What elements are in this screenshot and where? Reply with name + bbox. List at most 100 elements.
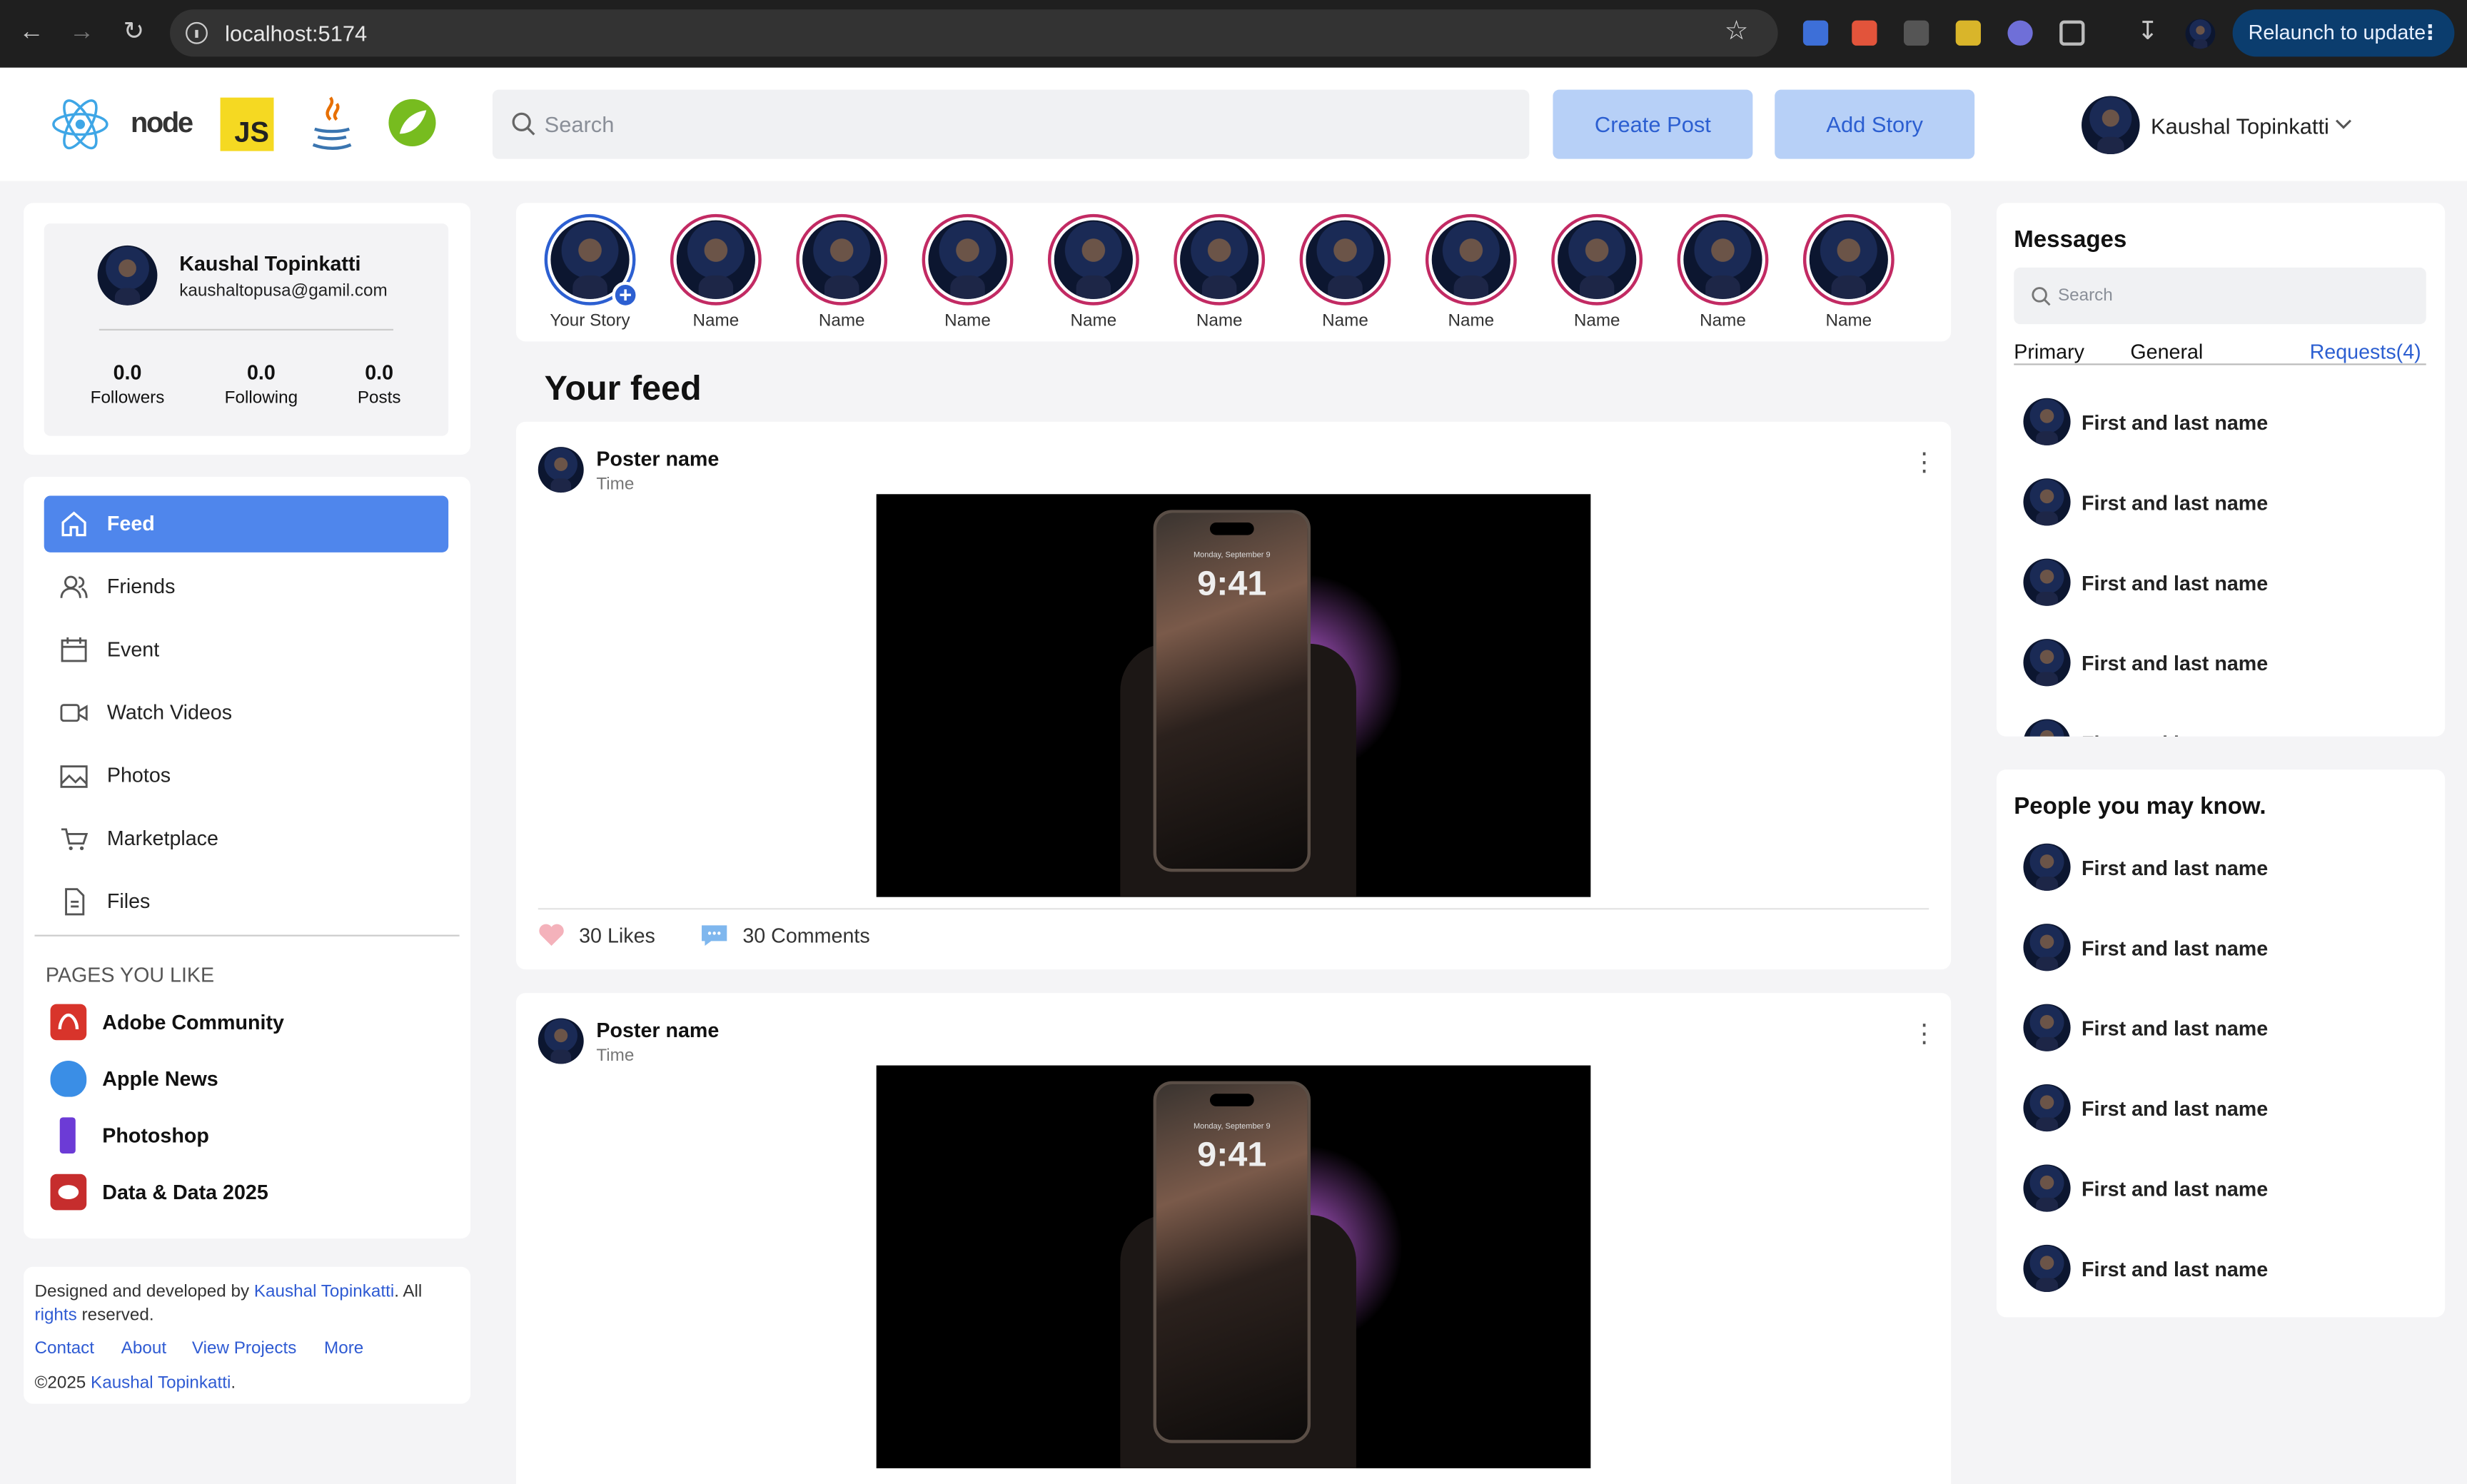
profile-card-container: Kaushal Topinkatti kaushaltopusa@gamil.c… (24, 203, 471, 455)
add-story-plus-icon[interactable]: + (612, 281, 639, 309)
extension-icon[interactable] (1903, 20, 1929, 46)
relaunch-button[interactable]: Relaunch to update ⋮ (2232, 9, 2455, 57)
search-input[interactable]: Search (492, 89, 1530, 159)
suggested-person[interactable]: First and last name (2023, 924, 2401, 974)
poster-avatar[interactable] (538, 1018, 584, 1064)
poster-name[interactable]: Poster name (596, 1018, 719, 1041)
suggested-person[interactable]: First and last name (2023, 1164, 2401, 1215)
comments-count: 30 Comments (742, 924, 870, 948)
suggested-person[interactable]: First and last name (2023, 1004, 2401, 1055)
phone-shape: Monday, September 9 9:41 (1153, 1081, 1311, 1443)
message-contact[interactable]: First and last name (2023, 558, 2401, 610)
forward-icon[interactable]: → (66, 17, 98, 49)
avatar (1431, 220, 1510, 299)
divider (99, 328, 394, 330)
author-link[interactable]: Kaushal Topinkatti (254, 1283, 394, 1301)
message-contact[interactable]: First and last name (2023, 478, 2401, 529)
more-vertical-icon: ⋮ (2419, 20, 2441, 44)
adobe-logo-icon (50, 1004, 87, 1041)
page-item-photoshop[interactable]: Photoshop (51, 1116, 365, 1156)
story-item[interactable]: Name (920, 213, 1014, 340)
address-bar[interactable]: localhost:5174 ☆ (170, 9, 1778, 57)
page-item-data-and-data[interactable]: Data & Data 2025 (50, 1173, 365, 1213)
create-post-button[interactable]: Create Post (1553, 89, 1753, 159)
messages-search-input[interactable]: Search (2014, 267, 2426, 325)
message-contact[interactable]: First and last name (2023, 639, 2401, 690)
story-item[interactable]: Name (1046, 213, 1141, 340)
site-info-icon[interactable] (186, 21, 208, 44)
post-image[interactable]: Monday, September 9 9:41 (876, 1065, 1591, 1468)
story-item[interactable]: Name (794, 213, 889, 340)
extension-icon[interactable] (2007, 20, 2033, 46)
poster-avatar[interactable] (538, 447, 584, 493)
message-contact[interactable]: First and last name (2023, 719, 2401, 737)
sidebar-item-feed[interactable]: Feed (44, 495, 449, 552)
sidebar-item-photos[interactable]: Photos (44, 747, 448, 804)
avatar (2023, 843, 2071, 891)
page-item-adobe-community[interactable]: Adobe Community (50, 1002, 365, 1043)
following-count: 0.0 (246, 360, 276, 384)
sidebar-item-event[interactable]: Event (44, 622, 448, 678)
suggested-person[interactable]: First and last name (2023, 843, 2401, 894)
your-story[interactable]: + Your Story (543, 213, 639, 340)
avatar (2023, 719, 2071, 737)
footer-link-more[interactable]: More (324, 1339, 363, 1358)
add-story-button[interactable]: Add Story (1775, 89, 1975, 159)
post-image[interactable]: Monday, September 9 9:41 (876, 494, 1591, 897)
posts-stat[interactable]: 0.0 Posts (357, 360, 401, 408)
bookmark-star-icon[interactable]: ☆ (1725, 16, 1749, 47)
message-contact[interactable]: First and last name (2023, 398, 2401, 449)
footer-link-contact[interactable]: Contact (34, 1339, 94, 1358)
user-menu[interactable]: Kaushal Topinkatti (2082, 96, 2365, 155)
messages-title: Messages (2014, 226, 2127, 253)
extension-icon[interactable] (1852, 20, 1877, 46)
footer-link-about[interactable]: About (121, 1339, 166, 1358)
author-link[interactable]: Kaushal Topinkatti (91, 1374, 231, 1393)
sidebar-item-friends[interactable]: Friends (44, 559, 448, 615)
avatar (928, 220, 1007, 299)
story-item[interactable]: Name (1550, 213, 1644, 340)
more-vertical-icon[interactable]: ⋮ (1912, 1022, 1937, 1047)
sidebar-item-files[interactable]: Files (44, 874, 448, 930)
footer-link-view-projects[interactable]: View Projects (192, 1339, 296, 1358)
story-item[interactable]: Name (1172, 213, 1266, 340)
story-item[interactable]: Name (669, 213, 763, 340)
tab-primary[interactable]: Primary (2014, 340, 2084, 363)
comments-button[interactable]: 30 Comments (700, 921, 889, 949)
tab-general[interactable]: General (2130, 340, 2203, 363)
sidebar-item-marketplace[interactable]: Marketplace (44, 810, 448, 867)
suggested-person[interactable]: First and last name (2023, 1084, 2401, 1135)
node-logo-icon: node (130, 106, 193, 139)
tab-requests[interactable]: Requests(4) (2310, 340, 2421, 363)
dynamic-island (1209, 522, 1254, 535)
story-item[interactable]: Name (1298, 213, 1392, 340)
story-item[interactable]: Name (1424, 213, 1518, 340)
extensions-puzzle-icon[interactable] (2059, 20, 2085, 46)
following-stat[interactable]: 0.0 Following (221, 360, 303, 408)
followers-stat[interactable]: 0.0 Followers (88, 360, 166, 408)
page-item-apple-news[interactable]: Apple News (50, 1059, 365, 1100)
like-button[interactable]: 30 Likes (538, 921, 664, 949)
likes-count: 30 Likes (579, 924, 655, 948)
poster-name[interactable]: Poster name (596, 447, 719, 470)
reload-icon[interactable]: ↻ (118, 17, 149, 49)
avatar (1683, 220, 1762, 299)
suggested-person[interactable]: First and last name (2023, 1244, 2401, 1296)
more-vertical-icon[interactable]: ⋮ (1912, 451, 1937, 476)
story-item[interactable]: Name (1802, 213, 1896, 340)
extension-icon[interactable] (1955, 20, 1981, 46)
story-ring (670, 213, 762, 306)
extension-icon[interactable] (1802, 20, 1829, 46)
back-icon[interactable]: ← (16, 17, 47, 49)
sidebar-item-watch-videos[interactable]: Watch Videos (44, 685, 448, 741)
download-icon[interactable]: ↧ (2132, 17, 2164, 49)
apple-logo-icon (50, 1060, 87, 1097)
profile-avatar[interactable] (97, 245, 158, 306)
story-ring (922, 213, 1014, 306)
sidebar-item-label: Event (106, 637, 160, 661)
avatar (2023, 558, 2071, 606)
rights-link[interactable]: rights (34, 1306, 76, 1325)
story-item[interactable]: Name (1675, 213, 1770, 340)
page-label: Adobe Community (102, 1010, 284, 1034)
browser-profile-avatar[interactable] (2185, 19, 2216, 49)
